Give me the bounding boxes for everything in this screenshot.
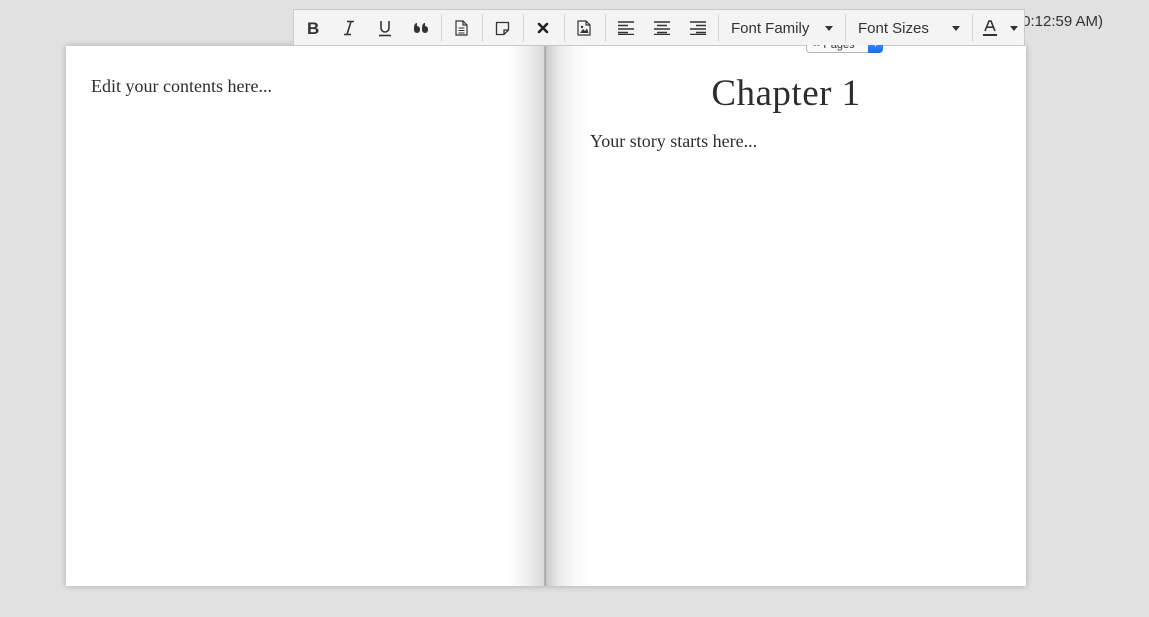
- italic-button[interactable]: [333, 12, 365, 44]
- right-page[interactable]: Chapter 1 Your story starts here...: [546, 46, 1026, 586]
- align-center-button[interactable]: [646, 12, 678, 44]
- remove-format-button[interactable]: [527, 12, 559, 44]
- font-family-label: Font Family: [731, 19, 810, 37]
- caret-down-icon: [952, 26, 960, 31]
- font-sizes-dropdown[interactable]: Font Sizes: [858, 12, 968, 44]
- toolbar-divider: [441, 14, 442, 42]
- remove-format-icon: [537, 22, 549, 34]
- bold-button[interactable]: B: [297, 12, 329, 44]
- story-text[interactable]: Your story starts here...: [590, 131, 757, 152]
- page-icon: [454, 20, 468, 36]
- font-sizes-label: Font Sizes: [858, 19, 929, 37]
- align-center-icon: [654, 21, 670, 35]
- toolbar-divider: [845, 14, 846, 42]
- toolbar-divider: [564, 14, 565, 42]
- toolbar-divider: [523, 14, 524, 42]
- blockquote-button[interactable]: [405, 12, 437, 44]
- bold-icon: B: [306, 20, 320, 36]
- page-button[interactable]: [445, 12, 477, 44]
- left-page-content[interactable]: Edit your contents here...: [91, 76, 272, 97]
- align-right-icon: [690, 21, 706, 35]
- text-color-dropdown[interactable]: [978, 12, 1022, 44]
- book-spread: Edit your contents here... Chapter 1 You…: [66, 46, 1026, 586]
- timestamp-text: :0:12:59 AM): [1018, 13, 1104, 30]
- toolbar-divider: [605, 14, 606, 42]
- chapter-title[interactable]: Chapter 1: [546, 72, 1026, 115]
- align-right-button[interactable]: [682, 12, 714, 44]
- svg-text:B: B: [307, 20, 319, 36]
- caret-down-icon: [825, 26, 833, 31]
- text-color-icon: [982, 20, 998, 42]
- font-family-dropdown[interactable]: Font Family: [731, 12, 843, 44]
- left-page[interactable]: Edit your contents here...: [66, 46, 546, 586]
- toolbar-divider: [972, 14, 973, 42]
- note-icon: [495, 21, 510, 36]
- underline-button[interactable]: [369, 12, 401, 44]
- align-left-icon: [618, 21, 634, 35]
- quote-icon: [413, 22, 429, 34]
- insert-image-button[interactable]: [568, 12, 600, 44]
- caret-down-icon: [1010, 26, 1018, 31]
- italic-icon: [342, 20, 356, 36]
- align-left-button[interactable]: [610, 12, 642, 44]
- editor-toolbar: B Font Family Font Sizes: [293, 9, 1025, 45]
- toolbar-divider: [718, 14, 719, 42]
- toolbar-divider: [482, 14, 483, 42]
- image-icon: [577, 20, 591, 36]
- underline-icon: [378, 20, 392, 37]
- note-button[interactable]: [486, 12, 518, 44]
